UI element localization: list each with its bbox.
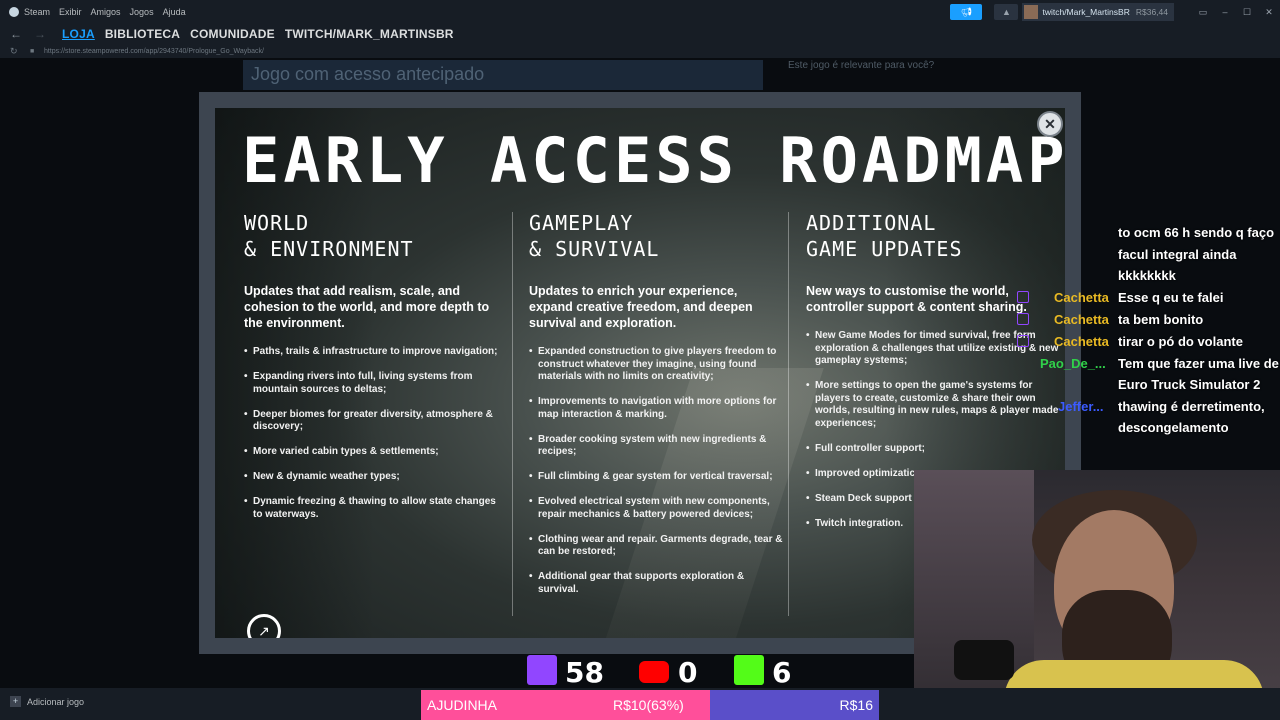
- early-access-banner: Jogo com acesso antecipado: [243, 60, 763, 90]
- column-heading: WORLD & ENVIRONMENT: [244, 211, 414, 261]
- list-item: Additional gear that supports exploratio…: [529, 571, 784, 596]
- chat-username: Jeffer...: [1058, 399, 1104, 414]
- microphone: [954, 640, 1014, 680]
- tab-biblioteca[interactable]: BIBLIOTECA: [105, 27, 180, 41]
- account-menu[interactable]: twitch/Mark_MartinsBR R$36,44: [1022, 3, 1174, 21]
- goal-label: AJUDINHA: [427, 697, 498, 713]
- list-item: Deeper biomes for greater diversity, atm…: [244, 409, 499, 434]
- chat-message: Euro Truck Simulator 2: [1118, 377, 1261, 392]
- youtube-icon: [639, 661, 669, 683]
- viewer-counters: 58 0 6: [525, 652, 795, 689]
- nav-bar: ← → LOJA BIBLIOTECA COMUNIDADE TWITCH/MA…: [0, 24, 1280, 44]
- lock-icon: ■: [30, 47, 35, 55]
- list-item: Dynamic freezing & thawing to allow stat…: [244, 496, 499, 521]
- notifications-button[interactable]: ▲: [994, 4, 1019, 20]
- tab-loja[interactable]: LOJA: [62, 27, 95, 41]
- roadmap-column-gameplay: GAMEPLAY & SURVIVAL Updates to enrich yo…: [529, 210, 784, 609]
- goal-target: R$16: [839, 697, 873, 713]
- chat-message: Esse q eu te falei: [1118, 290, 1224, 305]
- list-item: Full climbing & gear system for vertical…: [529, 471, 784, 484]
- menu-exibir[interactable]: Exibir: [59, 7, 82, 17]
- webcam-feed: [914, 470, 1280, 720]
- chat-username: Cachetta: [1054, 334, 1109, 349]
- column-list: Expanded construction to give players fr…: [529, 346, 784, 596]
- column-list: Paths, trails & infrastructure to improv…: [244, 346, 499, 521]
- column-divider: [788, 212, 789, 616]
- kick-viewer-count: 6: [772, 656, 792, 689]
- column-heading: GAMEPLAY & SURVIVAL: [529, 211, 660, 261]
- list-item: More varied cabin types & settlements;: [244, 446, 499, 459]
- list-item: Expanded construction to give players fr…: [529, 346, 784, 384]
- menu-jogos[interactable]: Jogos: [130, 7, 154, 17]
- maximize-icon[interactable]: ☐: [1236, 7, 1258, 18]
- bell-icon: ▲: [1002, 7, 1011, 17]
- title-bar-right: 📢︎ ▲ twitch/Mark_MartinsBR R$36,44 ▭ – ☐…: [950, 0, 1280, 24]
- menu-steam[interactable]: Steam: [24, 7, 50, 17]
- list-item: Clothing wear and repair. Garments degra…: [529, 534, 784, 559]
- forward-arrow-icon[interactable]: →: [34, 27, 48, 41]
- big-picture-icon[interactable]: ▭: [1192, 7, 1214, 18]
- chat-message: facul integral ainda: [1118, 247, 1237, 262]
- url-bar: ↻ ■ https://store.steampowered.com/app/2…: [0, 44, 1280, 58]
- list-item: Broader cooking system with new ingredie…: [529, 434, 784, 459]
- plus-icon: +: [10, 696, 21, 707]
- youtube-viewer-count: 0: [678, 656, 698, 689]
- list-item: Paths, trails & infrastructure to improv…: [244, 346, 499, 359]
- tab-comunidade[interactable]: COMUNIDADE: [190, 27, 275, 41]
- account-name: twitch/Mark_MartinsBR: [1042, 7, 1130, 17]
- menu-ajuda[interactable]: Ajuda: [163, 7, 186, 17]
- stream-chat-overlay: to ocm 66 h sendo q faço facul integral …: [1010, 200, 1280, 440]
- relevance-prompt: Este jogo é relevante para você?: [788, 60, 935, 71]
- goal-progress: R$10(63%): [613, 697, 684, 713]
- close-window-icon[interactable]: ✕: [1258, 7, 1280, 18]
- twitch-badge-icon: [1017, 313, 1029, 325]
- add-game-label: Adicionar jogo: [27, 696, 85, 707]
- chat-username: Cachetta: [1054, 290, 1109, 305]
- chat-username: Cachetta: [1054, 312, 1109, 327]
- list-item: Expanding rivers into full, living syste…: [244, 371, 499, 396]
- chat-message: kkkkkkkk: [1118, 268, 1176, 283]
- reload-icon[interactable]: ↻: [10, 46, 30, 57]
- chat-message: thawing é derretimento,: [1118, 399, 1265, 414]
- steam-window: Steam Exibir Amigos Jogos Ajuda 📢︎ ▲ twi…: [0, 0, 1280, 720]
- column-divider: [512, 212, 513, 616]
- kick-icon: [734, 655, 764, 685]
- column-intro: Updates to enrich your experience, expan…: [529, 284, 753, 330]
- steam-logo-icon[interactable]: [9, 7, 19, 17]
- roadmap-column-world: WORLD & ENVIRONMENT Updates that add rea…: [244, 210, 499, 534]
- tab-profile[interactable]: TWITCH/MARK_MARTINSBR: [285, 27, 454, 41]
- chat-message: Tem que fazer uma live de: [1118, 356, 1279, 371]
- close-icon: ✕: [1044, 115, 1056, 132]
- chat-message: ta bem bonito: [1118, 312, 1204, 327]
- donation-goal-bar: AJUDINHA R$10(63%) R$16: [421, 690, 879, 720]
- list-item: Improvements to navigation with more opt…: [529, 396, 784, 421]
- title-bar: Steam Exibir Amigos Jogos Ajuda 📢︎ ▲ twi…: [0, 0, 1280, 24]
- roadmap-title: EARLY ACCESS ROADMAP: [242, 124, 1065, 197]
- list-item: Full controller support;: [806, 443, 1061, 456]
- twitch-badge-icon: [1017, 335, 1029, 347]
- url-text[interactable]: https://store.steampowered.com/app/29437…: [44, 48, 264, 55]
- avatar: [1024, 5, 1039, 19]
- wallet-balance: R$36,44: [1135, 7, 1168, 17]
- chat-message: to ocm 66 h sendo q faço: [1118, 225, 1275, 240]
- add-game-button[interactable]: + Adicionar jogo: [10, 696, 84, 707]
- list-item: New & dynamic weather types;: [244, 471, 499, 484]
- close-modal-button[interactable]: ✕: [1037, 111, 1063, 137]
- twitch-badge-icon: [1017, 291, 1029, 303]
- megaphone-icon: 📢︎: [960, 6, 973, 17]
- minimize-icon[interactable]: –: [1214, 7, 1236, 17]
- chat-username: Pao_De_...: [1040, 356, 1106, 371]
- chat-message: descongelamento: [1118, 420, 1229, 435]
- column-intro: Updates that add realism, scale, and coh…: [244, 284, 490, 330]
- back-arrow-icon[interactable]: ←: [10, 27, 24, 41]
- chat-message: tirar o pó do volante: [1118, 334, 1243, 349]
- twitch-viewer-count: 58: [565, 656, 604, 689]
- menu-amigos[interactable]: Amigos: [91, 7, 121, 17]
- announcement-button[interactable]: 📢︎: [950, 4, 983, 20]
- twitch-icon: [527, 655, 557, 685]
- list-item: Evolved electrical system with new compo…: [529, 496, 784, 521]
